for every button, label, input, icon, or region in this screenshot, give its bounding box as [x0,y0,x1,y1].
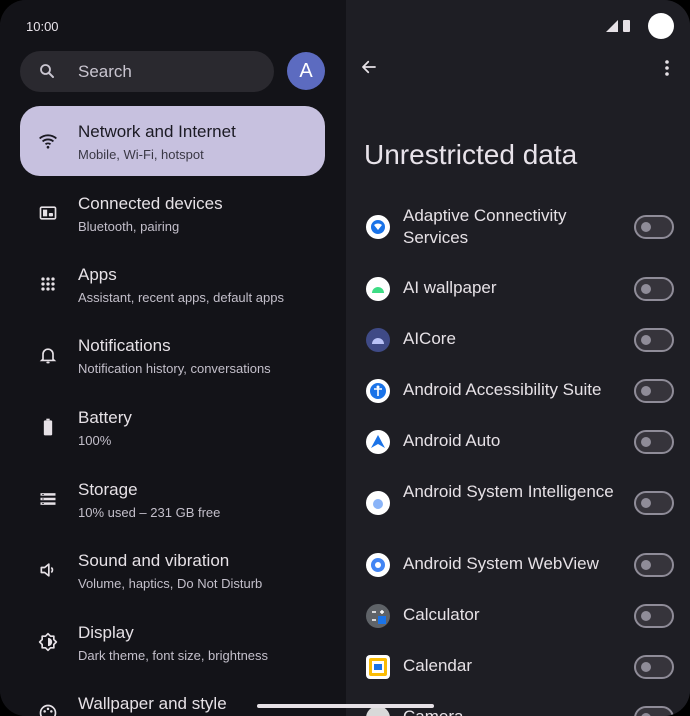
nav-item-storage[interactable]: Storage 10% used – 231 GB free [20,464,325,534]
settings-nav-pane: 10:00 Search A Network and Internet Mobi… [0,0,346,716]
bell-icon [38,345,58,365]
android-auto-icon [366,430,390,454]
calendar-icon [366,655,390,679]
toggle-knob [641,335,651,345]
nav-item-connected-devices[interactable]: Connected devices Bluetooth, pairing [20,178,325,248]
nav-title: Sound and vibration [78,551,230,570]
sound-icon [38,560,58,580]
status-time: 10:00 [26,19,59,34]
nav-subtitle: 10% used – 231 GB free [78,505,221,520]
toggle-knob [641,437,651,447]
calculator-icon [366,604,390,628]
toggle-switch[interactable] [634,277,674,301]
app-name: Android Accessibility Suite [403,380,602,399]
webview-icon [366,553,390,577]
toggle-switch[interactable] [634,215,674,239]
toggle-knob [641,284,651,294]
toggle-knob [641,222,651,232]
camera-cutout [648,13,674,39]
app-name: Android Auto [403,431,501,450]
battery-status-icon [623,19,631,37]
toggle-knob [641,498,651,508]
toggle-switch[interactable] [634,491,674,515]
nav-title: Wallpaper and style [78,694,227,713]
toggle-knob [641,662,651,672]
palette-icon [38,703,58,716]
toggle-switch[interactable] [634,328,674,352]
nav-item-sound[interactable]: Sound and vibration Volume, haptics, Do … [20,535,325,605]
aicore-icon [366,328,390,352]
nav-item-display[interactable]: Display Dark theme, font size, brightnes… [20,607,325,677]
wifi-icon [38,131,58,151]
nav-subtitle: 100% [78,433,112,448]
app-name: Camera [403,706,618,716]
toggle-switch[interactable] [634,379,674,403]
toggle-switch[interactable] [634,553,674,577]
nav-item-network[interactable]: Network and Internet Mobile, Wi-Fi, hots… [20,106,325,176]
nav-item-wallpaper[interactable]: Wallpaper and style [20,678,325,716]
battery-icon [38,417,58,437]
signal-icon [606,19,618,37]
search-placeholder: Search [78,62,132,81]
app-name: Android System WebView [403,554,599,573]
nav-item-notifications[interactable]: Notifications Notification history, conv… [20,320,325,390]
system-intelligence-icon [366,491,390,515]
nav-subtitle: Dark theme, font size, brightness [78,648,269,663]
app-name: Adaptive Connectivity Services [403,206,567,247]
app-name: Android System Intelligence [403,482,614,501]
toggle-switch[interactable] [634,706,674,716]
nav-item-apps[interactable]: Apps Assistant, recent apps, default app… [20,249,325,319]
nav-title: Apps [78,265,117,284]
nav-subtitle: Notification history, conversations [78,361,271,376]
back-arrow-icon[interactable] [360,58,378,81]
nav-title: Display [78,623,134,642]
avatar[interactable]: A [287,52,325,90]
nav-title: Connected devices [78,194,223,213]
toggle-knob [641,386,651,396]
toggle-knob [641,560,651,570]
apps-grid-icon [38,274,58,294]
display-icon [38,632,58,652]
nav-title: Notifications [78,336,171,355]
app-name: Calculator [403,605,480,624]
search-icon [38,62,56,85]
nav-subtitle: Mobile, Wi-Fi, hotspot [78,147,204,162]
nav-subtitle: Assistant, recent apps, default apps [78,290,284,305]
page-title: Unrestricted data [364,139,578,170]
detail-pane: Unrestricted data Adaptive Connectivity … [346,0,690,716]
toggle-switch[interactable] [634,430,674,454]
search-bar[interactable]: Search [20,51,274,92]
app-name: AI wallpaper [403,278,497,297]
nav-item-battery[interactable]: Battery 100% [20,392,325,462]
toggle-switch[interactable] [634,604,674,628]
toggle-switch[interactable] [634,655,674,679]
app-name: Calendar [403,656,472,675]
ai-wallpaper-icon [366,277,390,301]
adaptive-connectivity-icon [366,215,390,239]
nav-title: Battery [78,408,132,427]
app-name: AICore [403,329,456,348]
devices-icon [38,203,58,223]
storage-icon [38,489,58,509]
accessibility-icon [366,379,390,403]
nav-subtitle: Bluetooth, pairing [78,219,180,234]
more-options-icon[interactable] [664,59,670,82]
nav-title: Network and Internet [78,122,236,141]
nav-subtitle: Volume, haptics, Do Not Disturb [78,576,263,591]
toggle-knob [641,611,651,621]
nav-title: Storage [78,480,138,499]
device-frame: 10:00 Search A Network and Internet Mobi… [0,0,690,716]
gesture-navigation-handle[interactable] [257,704,434,708]
